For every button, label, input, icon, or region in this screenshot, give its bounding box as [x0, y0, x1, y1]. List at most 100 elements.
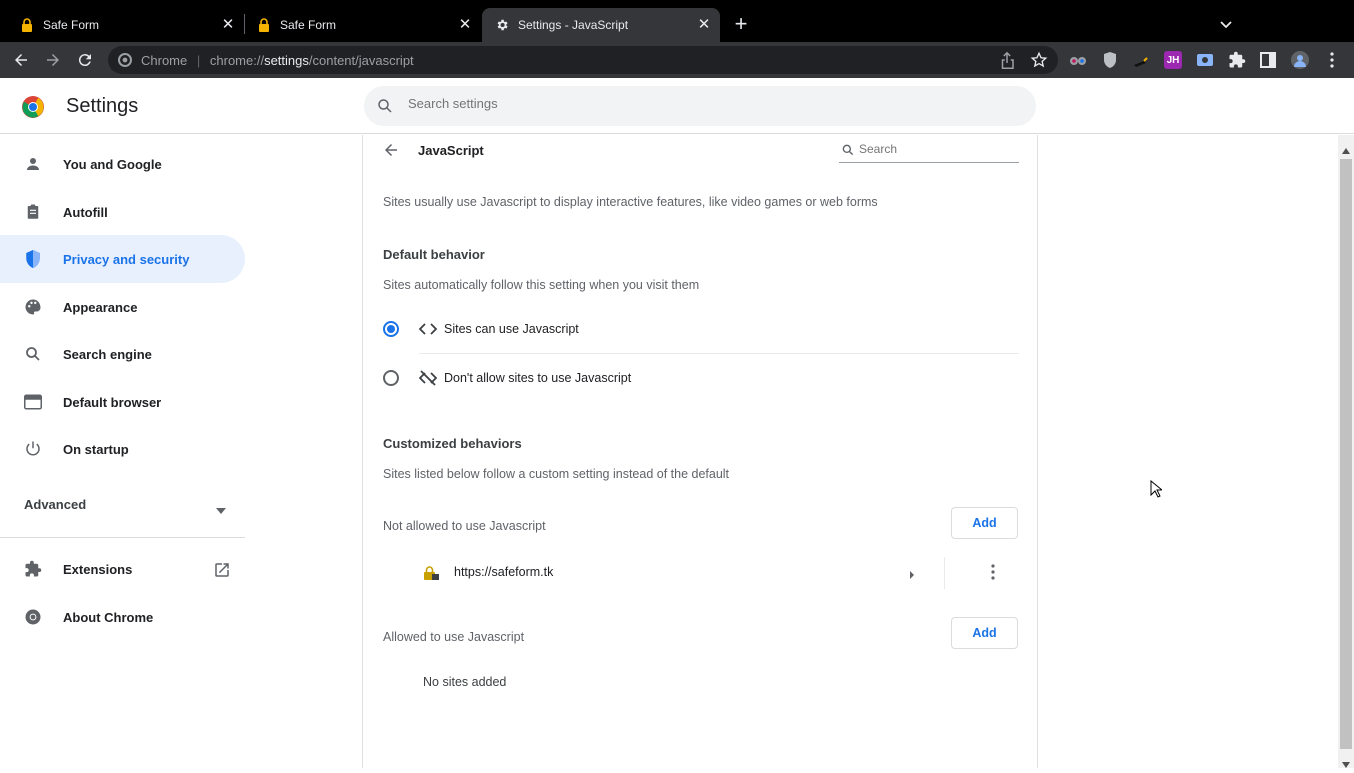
- site-url: https://safeform.tk: [454, 565, 554, 579]
- omnibox-divider: |: [196, 53, 201, 68]
- extension-jh-icon[interactable]: JH: [1164, 51, 1182, 69]
- arrow-right-icon[interactable]: [908, 567, 916, 585]
- sidebar-item-label: On startup: [63, 441, 129, 457]
- gear-icon: [495, 18, 509, 32]
- page-description: Sites usually use Javascript to display …: [383, 195, 878, 209]
- not-allowed-section-label: Not allowed to use Javascript: [383, 519, 546, 533]
- customized-behaviors-title: Customized behaviors: [383, 436, 522, 451]
- code-icon: [418, 322, 438, 341]
- search-icon: [23, 344, 43, 364]
- sidebar-item-extensions[interactable]: Extensions: [0, 545, 245, 593]
- extensions-puzzle-icon[interactable]: [1228, 51, 1246, 69]
- sidebar-item-about-chrome[interactable]: About Chrome: [0, 593, 245, 641]
- person-icon: [23, 154, 43, 174]
- search-icon: [841, 143, 855, 162]
- sidebar-item-label: Privacy and security: [63, 251, 190, 267]
- share-icon[interactable]: [998, 51, 1016, 74]
- settings-sidebar: You and Google Autofill Privacy and secu…: [0, 135, 260, 768]
- option-allow-javascript-label[interactable]: Sites can use Javascript: [444, 322, 579, 336]
- url-host: settings: [264, 53, 309, 68]
- lock-icon: [257, 18, 271, 32]
- back-arrow-icon[interactable]: [382, 141, 400, 164]
- extension-screen-capture-icon[interactable]: [1196, 51, 1214, 69]
- search-settings-box[interactable]: [364, 86, 1036, 126]
- advanced-toggle[interactable]: Advanced: [24, 497, 86, 512]
- sidebar-item-on-startup[interactable]: On startup: [0, 425, 245, 473]
- puzzle-icon: [23, 559, 43, 579]
- close-icon[interactable]: ✕: [457, 17, 473, 33]
- tab-settings-javascript[interactable]: Settings - JavaScript ✕: [482, 8, 720, 42]
- radio-block-javascript[interactable]: [383, 370, 399, 386]
- profile-avatar-icon[interactable]: [1291, 51, 1309, 69]
- lock-icon: [20, 18, 34, 32]
- scrollbar-thumb[interactable]: [1340, 159, 1352, 749]
- palette-icon: [23, 297, 43, 317]
- sidebar-item-you-and-google[interactable]: You and Google: [0, 140, 245, 188]
- tab-safe-form-1[interactable]: Safe Form ✕: [0, 8, 244, 42]
- add-not-allowed-site-button[interactable]: Add: [951, 507, 1018, 539]
- scroll-down-arrow-icon[interactable]: [1342, 755, 1350, 773]
- extension-binoculars-icon[interactable]: [1069, 51, 1087, 69]
- sidebar-item-label: Search engine: [63, 346, 152, 362]
- open-in-new-icon[interactable]: [213, 561, 231, 584]
- site-row-safeform[interactable]: https://safeform.tk: [383, 553, 1019, 593]
- close-icon[interactable]: ✕: [696, 17, 712, 33]
- shield-icon: [23, 249, 43, 269]
- close-icon[interactable]: ✕: [220, 17, 236, 33]
- sidebar-item-label: Appearance: [63, 299, 138, 315]
- code-off-icon: [418, 370, 438, 391]
- tab-search-chevron-down-icon[interactable]: [1217, 15, 1235, 33]
- sidebar-item-appearance[interactable]: Appearance: [0, 283, 245, 331]
- mouse-cursor-icon: [1150, 479, 1164, 503]
- sidebar-item-search-engine[interactable]: Search engine: [0, 330, 245, 378]
- extension-pen-icon[interactable]: [1132, 51, 1150, 69]
- search-icon: [376, 97, 394, 120]
- tab-title: Safe Form: [280, 18, 337, 32]
- subpage-search-input[interactable]: [859, 142, 1009, 156]
- subpage-title: JavaScript: [418, 143, 484, 158]
- reload-icon[interactable]: [73, 48, 97, 72]
- page-title: Settings: [66, 95, 139, 117]
- caret-down-icon[interactable]: [216, 501, 226, 519]
- sidebar-item-label: Default browser: [63, 394, 162, 410]
- forward-arrow-icon[interactable]: [41, 48, 65, 72]
- option-divider: [419, 353, 1019, 354]
- side-panel-icon[interactable]: [1259, 51, 1277, 69]
- browser-icon: [23, 392, 43, 412]
- tab-safe-form-2[interactable]: Safe Form ✕: [237, 8, 481, 42]
- javascript-settings-card: JavaScript Sites usually use Javascript …: [362, 135, 1038, 768]
- sidebar-item-privacy-and-security[interactable]: Privacy and security: [0, 235, 245, 283]
- chrome-logo-icon: [21, 95, 45, 124]
- bookmark-star-icon[interactable]: [1030, 51, 1048, 74]
- add-allowed-site-button[interactable]: Add: [951, 617, 1018, 649]
- address-bar[interactable]: Chrome | chrome://settings/content/javas…: [108, 46, 1058, 74]
- sidebar-item-default-browser[interactable]: Default browser: [0, 378, 245, 426]
- settings-header: Settings: [0, 78, 1354, 134]
- power-icon: [23, 439, 43, 459]
- sidebar-item-label: You and Google: [63, 156, 162, 172]
- more-vertical-icon[interactable]: [1323, 51, 1341, 69]
- tab-strip: Safe Form ✕ Safe Form ✕ Settings - JavaS…: [0, 0, 1354, 42]
- allowed-section-label: Allowed to use Javascript: [383, 630, 525, 644]
- tab-title: Settings - JavaScript: [518, 18, 629, 32]
- more-vertical-icon[interactable]: [991, 564, 995, 585]
- url-prefix: chrome://: [209, 53, 265, 68]
- search-settings-input[interactable]: [408, 96, 988, 111]
- site-chip-label: Chrome: [141, 53, 188, 68]
- sidebar-divider: [0, 537, 245, 538]
- sidebar-item-autofill[interactable]: Autofill: [0, 188, 245, 236]
- back-arrow-icon[interactable]: [9, 48, 33, 72]
- option-block-javascript-label[interactable]: Don't allow sites to use Javascript: [444, 371, 631, 385]
- tab-title: Safe Form: [43, 18, 100, 32]
- customized-behaviors-subtitle: Sites listed below follow a custom setti…: [383, 467, 730, 481]
- row-divider: [944, 557, 945, 589]
- site-lock-icon: [422, 565, 440, 586]
- scroll-up-arrow-icon[interactable]: [1342, 141, 1350, 159]
- extension-shield-icon[interactable]: [1101, 51, 1119, 69]
- sidebar-item-label: About Chrome: [63, 609, 154, 625]
- radio-allow-javascript[interactable]: [383, 321, 399, 337]
- page-scrollbar[interactable]: [1338, 135, 1354, 768]
- sidebar-item-label: Extensions: [63, 561, 133, 577]
- subpage-search-box[interactable]: [839, 139, 1019, 163]
- new-tab-plus-icon[interactable]: +: [731, 13, 751, 35]
